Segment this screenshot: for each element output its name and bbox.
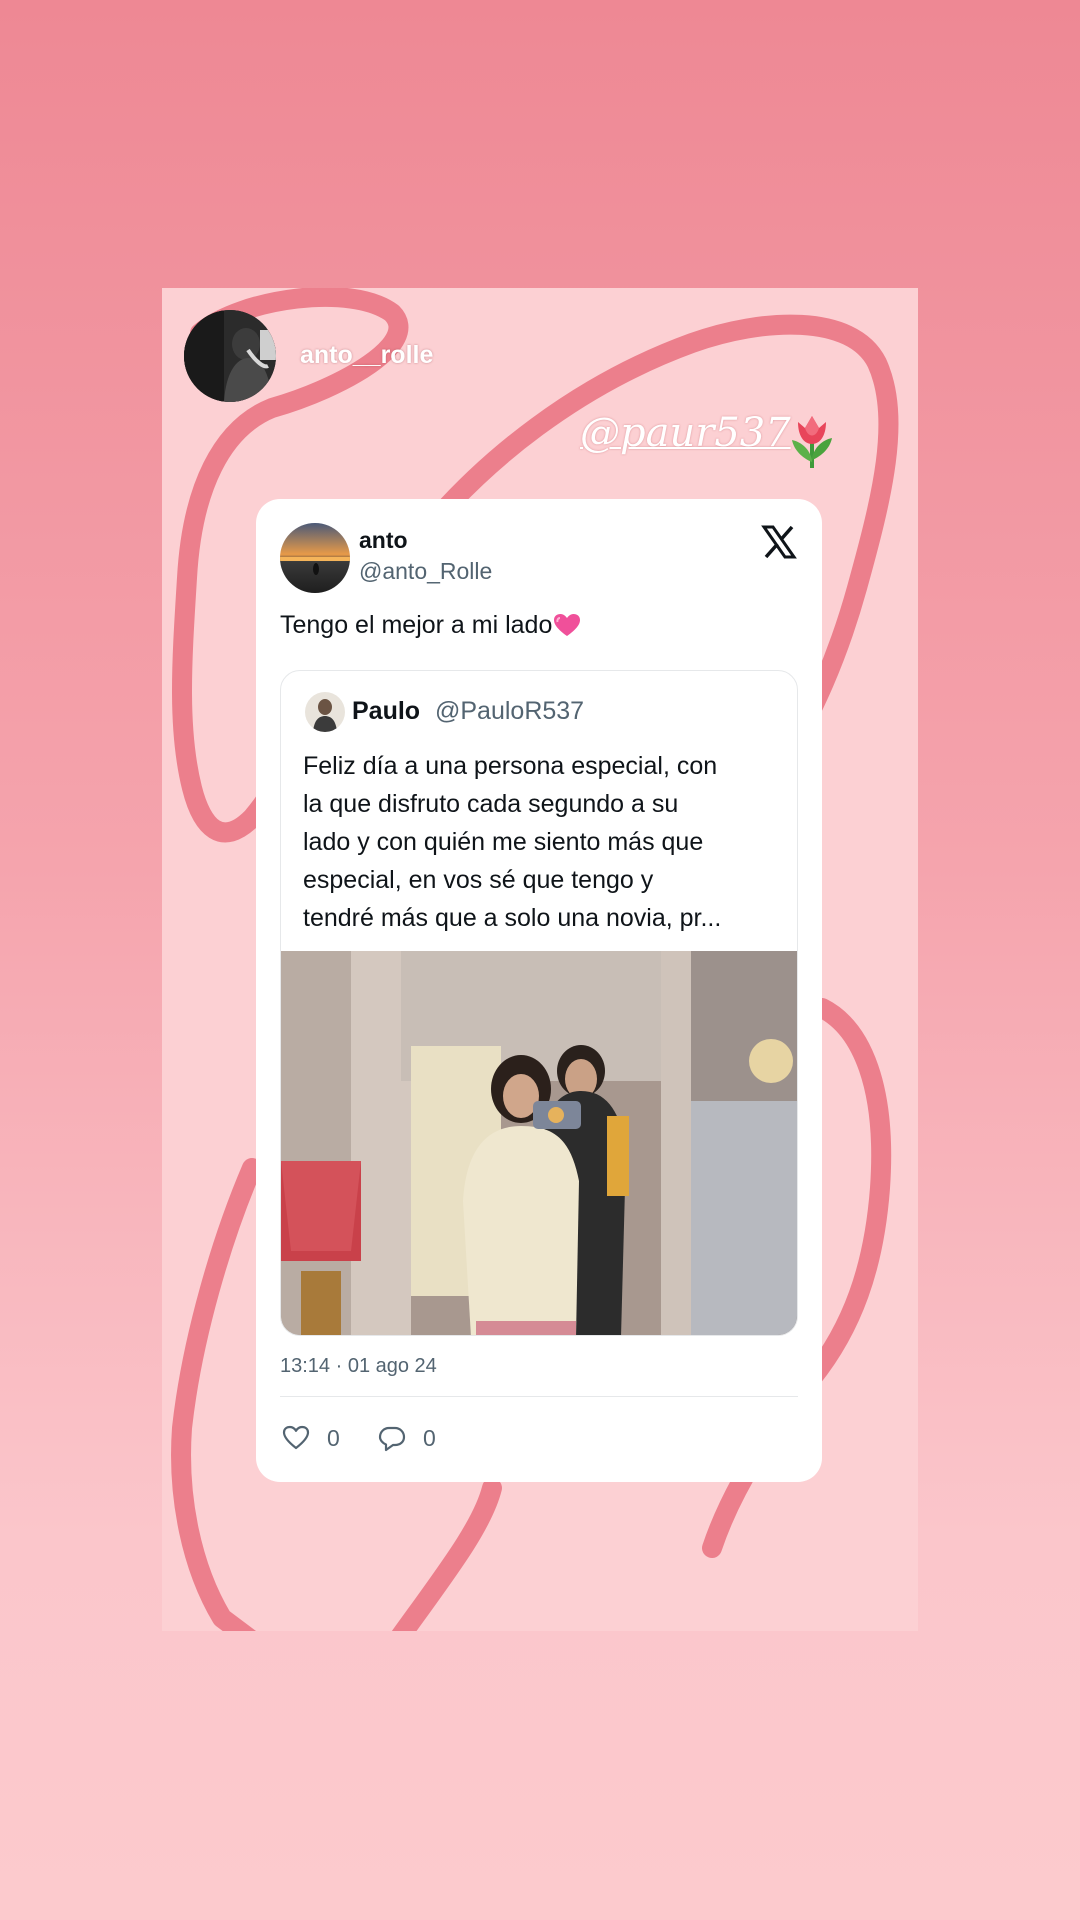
tweet-card[interactable]: anto @anto_Rolle Tengo el mejor a mi lad… [256, 499, 822, 1482]
tweet-text: Tengo el mejor a mi lado [280, 611, 581, 640]
quote-author-name[interactable]: Paulo [352, 697, 420, 726]
quoted-tweet-card[interactable]: Paulo @PauloR537 Feliz día a una persona… [280, 670, 798, 1336]
quote-author-handle[interactable]: @PauloR537 [435, 697, 584, 726]
reply-count: 0 [423, 1424, 436, 1451]
quote-text-line: Feliz día a una persona especial, con [303, 752, 718, 780]
author-avatar[interactable] [280, 523, 350, 593]
tweet-timestamp[interactable]: 13:14 · 01 ago 24 [280, 1355, 437, 1378]
author-handle[interactable]: @anto_Rolle [359, 558, 492, 585]
quote-text-line: especial, en vos sé que tengo y [303, 866, 654, 894]
quote-text-line: la que disfruto cada segundo a su [303, 790, 679, 818]
couple-mirror-selfie-photo[interactable] [281, 951, 797, 1335]
like-button[interactable]: 0 [282, 1423, 340, 1453]
pink-heart-emoji [554, 614, 581, 636]
quote-text: Feliz día a una persona especial, con la… [303, 747, 783, 937]
tulip-emoji [792, 416, 832, 468]
quote-text-line: lado y con quién me siento más que [303, 828, 704, 856]
like-count: 0 [327, 1424, 340, 1451]
divider [280, 1396, 798, 1397]
mention-sticker[interactable]: @paur537 [580, 410, 791, 456]
reply-button[interactable]: 0 [378, 1423, 436, 1453]
heart-outline-icon [282, 1425, 310, 1450]
author-name[interactable]: anto [359, 527, 408, 554]
quote-author-avatar[interactable] [305, 692, 345, 732]
x-logo-icon [761, 525, 797, 559]
story-username[interactable]: anto__rolle [300, 341, 433, 370]
reply-bubble-icon [378, 1426, 406, 1452]
quote-text-line: tendré más que a solo una novia, pr... [303, 904, 722, 932]
tweet-text-content: Tengo el mejor a mi lado [280, 611, 553, 639]
story-frame: anto__rolle @paur537 anto @anto_Rolle Te… [162, 288, 918, 1631]
story-avatar[interactable] [184, 310, 276, 402]
